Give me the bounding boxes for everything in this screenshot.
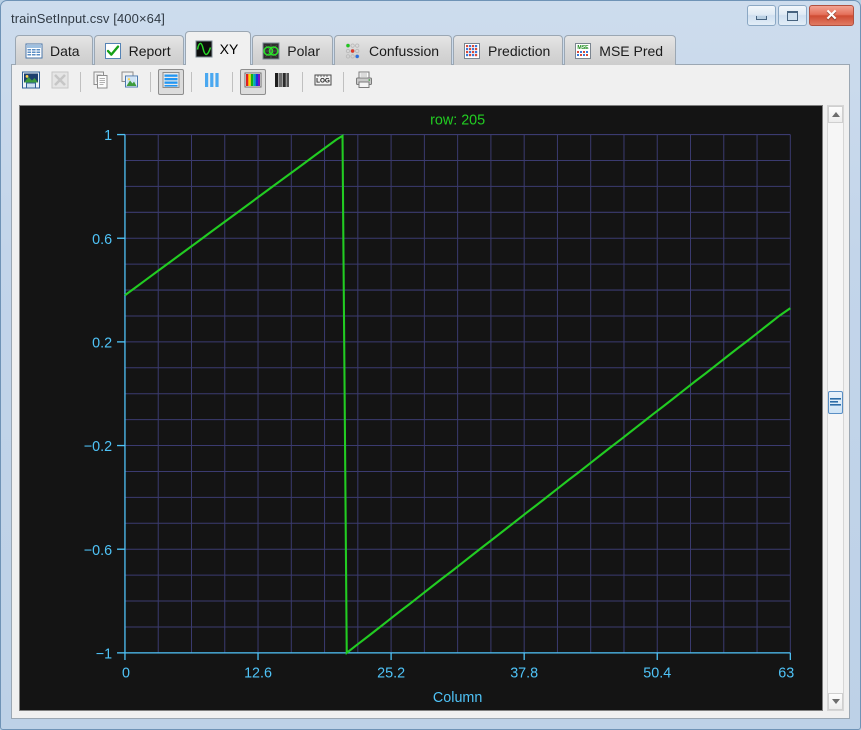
copy-image-button[interactable]: [117, 69, 143, 95]
scrollbar-thumb[interactable]: [828, 390, 843, 414]
scroll-down-button[interactable]: [828, 693, 843, 710]
window-title: trainSetInput.csv [400×64]: [11, 10, 166, 26]
vertical-bars-icon: [202, 70, 222, 95]
x-tick-label: 37.8: [510, 665, 538, 681]
toolbar-separator: [302, 72, 303, 92]
y-tick-label: 0.6: [92, 232, 112, 248]
tab-polar[interactable]: Polar: [252, 35, 333, 65]
toolbar-separator: [80, 72, 81, 92]
rows-icon: [830, 397, 841, 406]
chart-title: row: 205: [430, 112, 485, 128]
tab-label: Polar: [287, 42, 320, 59]
xy-plot-panel[interactable]: 1 0.6 0.2 −0.2 −0.6 −1 0 12.6 25.2 37.8 50.4 63 row:…: [19, 105, 823, 711]
x-axis-label: Column: [433, 690, 482, 706]
tab-report[interactable]: Report: [93, 35, 184, 65]
check-icon: [104, 42, 122, 60]
toolbar-separator: [343, 72, 344, 92]
tab-bar: Data Report XY Polar Confussion Predicti…: [5, 31, 856, 65]
export-excel-button: [47, 69, 73, 95]
tab-label: XY: [219, 40, 239, 57]
log-icon: LOG: [313, 70, 333, 95]
excel-icon: [50, 70, 70, 95]
maximize-button[interactable]: [778, 5, 807, 26]
window-controls: ✕: [747, 5, 854, 26]
scrollbar-track[interactable]: [828, 123, 843, 693]
vertical-scrollbar[interactable]: [827, 105, 844, 711]
color-bars-icon: [243, 70, 263, 95]
columns-view-button[interactable]: [199, 69, 225, 95]
tab-label: Report: [128, 42, 171, 59]
print-button[interactable]: [351, 69, 377, 95]
y-tick-label: 1: [104, 128, 112, 144]
close-icon: ✕: [825, 7, 838, 24]
y-tick-label: 0.2: [92, 335, 112, 351]
horizontal-bars-icon: [161, 70, 181, 95]
rows-view-button[interactable]: [158, 69, 184, 95]
polar-icon: [262, 42, 280, 60]
svg-text:LOG: LOG: [316, 77, 330, 84]
main-window: trainSetInput.csv [400×64] ✕ Data Report…: [0, 0, 861, 730]
prediction-icon: [463, 42, 481, 60]
x-tick-label: 12.6: [244, 665, 272, 681]
chart-grid: [124, 134, 791, 654]
printer-icon: [354, 70, 374, 95]
save-image-button[interactable]: [18, 69, 44, 95]
x-tick-label: 25.2: [377, 665, 405, 681]
toolbar: LOG: [11, 65, 850, 99]
tab-prediction[interactable]: Prediction: [453, 35, 564, 65]
y-tick-label: −1: [96, 646, 112, 662]
table-icon: [25, 42, 43, 60]
color-mode-button[interactable]: [240, 69, 266, 95]
copy-image-icon: [120, 70, 140, 95]
chevron-up-icon: [831, 112, 840, 117]
tab-msepred[interactable]: MSE MSE Pred: [564, 35, 677, 65]
toolbar-separator: [150, 72, 151, 92]
chevron-down-icon: [831, 699, 840, 704]
tab-confussion[interactable]: Confussion: [333, 35, 453, 65]
confusion-icon: [344, 42, 362, 60]
copy-icon: [91, 70, 111, 95]
tab-label: Data: [50, 42, 80, 59]
gray-bars-icon: [272, 70, 292, 95]
mse-icon: MSE: [574, 42, 592, 60]
y-tick-label: −0.6: [84, 543, 112, 559]
chart-background: [20, 106, 822, 710]
title-bar: trainSetInput.csv [400×64] ✕: [5, 5, 856, 31]
maximize-icon: [787, 10, 798, 21]
gray-mode-button[interactable]: [269, 69, 295, 95]
xy-chart: 1 0.6 0.2 −0.2 −0.6 −1 0 12.6 25.2 37.8 50.4 63 row:…: [20, 106, 822, 710]
close-button[interactable]: ✕: [809, 5, 854, 26]
svg-text:MSE: MSE: [578, 45, 590, 51]
content-area: 1 0.6 0.2 −0.2 −0.6 −1 0 12.6 25.2 37.8 50.4 63 row:…: [11, 99, 850, 719]
toolbar-separator: [232, 72, 233, 92]
tab-xy[interactable]: XY: [184, 31, 252, 65]
tab-label: MSE Pred: [599, 42, 664, 59]
toolbar-separator: [191, 72, 192, 92]
save-image-icon: [21, 70, 41, 95]
tab-label: Confussion: [368, 42, 440, 59]
log-scale-button[interactable]: LOG: [310, 69, 336, 95]
scroll-up-button[interactable]: [828, 106, 843, 123]
y-tick-label: −0.2: [84, 439, 112, 455]
x-tick-label: 0: [122, 665, 130, 681]
minimize-button[interactable]: [747, 5, 776, 26]
x-tick-label: 63: [778, 665, 794, 681]
x-tick-label: 50.4: [643, 665, 671, 681]
copy-button[interactable]: [88, 69, 114, 95]
waveform-icon: [195, 40, 213, 58]
minimize-icon: [756, 16, 767, 20]
tab-data[interactable]: Data: [15, 35, 93, 65]
tab-label: Prediction: [488, 42, 551, 59]
